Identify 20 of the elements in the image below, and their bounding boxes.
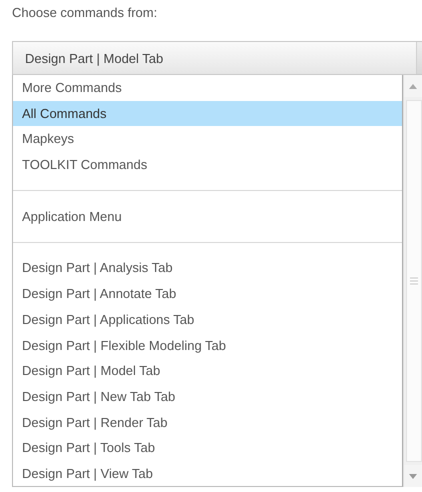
list-item[interactable]: Design Part | View Tab bbox=[13, 460, 402, 486]
list-item[interactable]: Design Part | Annotate Tab bbox=[13, 281, 402, 307]
section-label: Choose commands from: bbox=[11, 4, 158, 22]
list-item[interactable]: More Commands bbox=[13, 75, 402, 101]
list-item[interactable]: Application Menu bbox=[13, 204, 402, 230]
list-item[interactable]: TOOLKIT Commands bbox=[13, 152, 402, 178]
scroll-down-icon[interactable] bbox=[409, 474, 418, 478]
list-item[interactable]: Design Part | Applications Tab bbox=[13, 306, 402, 332]
list-item[interactable]: All Commands bbox=[13, 100, 402, 126]
list-item[interactable]: Design Part | New Tab Tab bbox=[13, 384, 402, 410]
list-item[interactable]: Design Part | Render Tab bbox=[13, 410, 402, 436]
scroll-up-icon[interactable] bbox=[409, 84, 418, 88]
list-item[interactable]: Design Part | Tools Tab bbox=[13, 435, 402, 461]
commands-dropdown[interactable]: Design Part | Model Tab bbox=[12, 41, 422, 75]
list-item[interactable]: Mapkeys bbox=[13, 126, 402, 152]
scrollbar[interactable] bbox=[403, 75, 422, 487]
list-item[interactable]: Design Part | Analysis Tab bbox=[13, 255, 402, 282]
list-item[interactable]: Design Part | Flexible Modeling Tab bbox=[13, 332, 402, 358]
grip-icon[interactable] bbox=[410, 276, 418, 286]
list-item[interactable]: Design Part | Model Tab bbox=[13, 358, 402, 384]
